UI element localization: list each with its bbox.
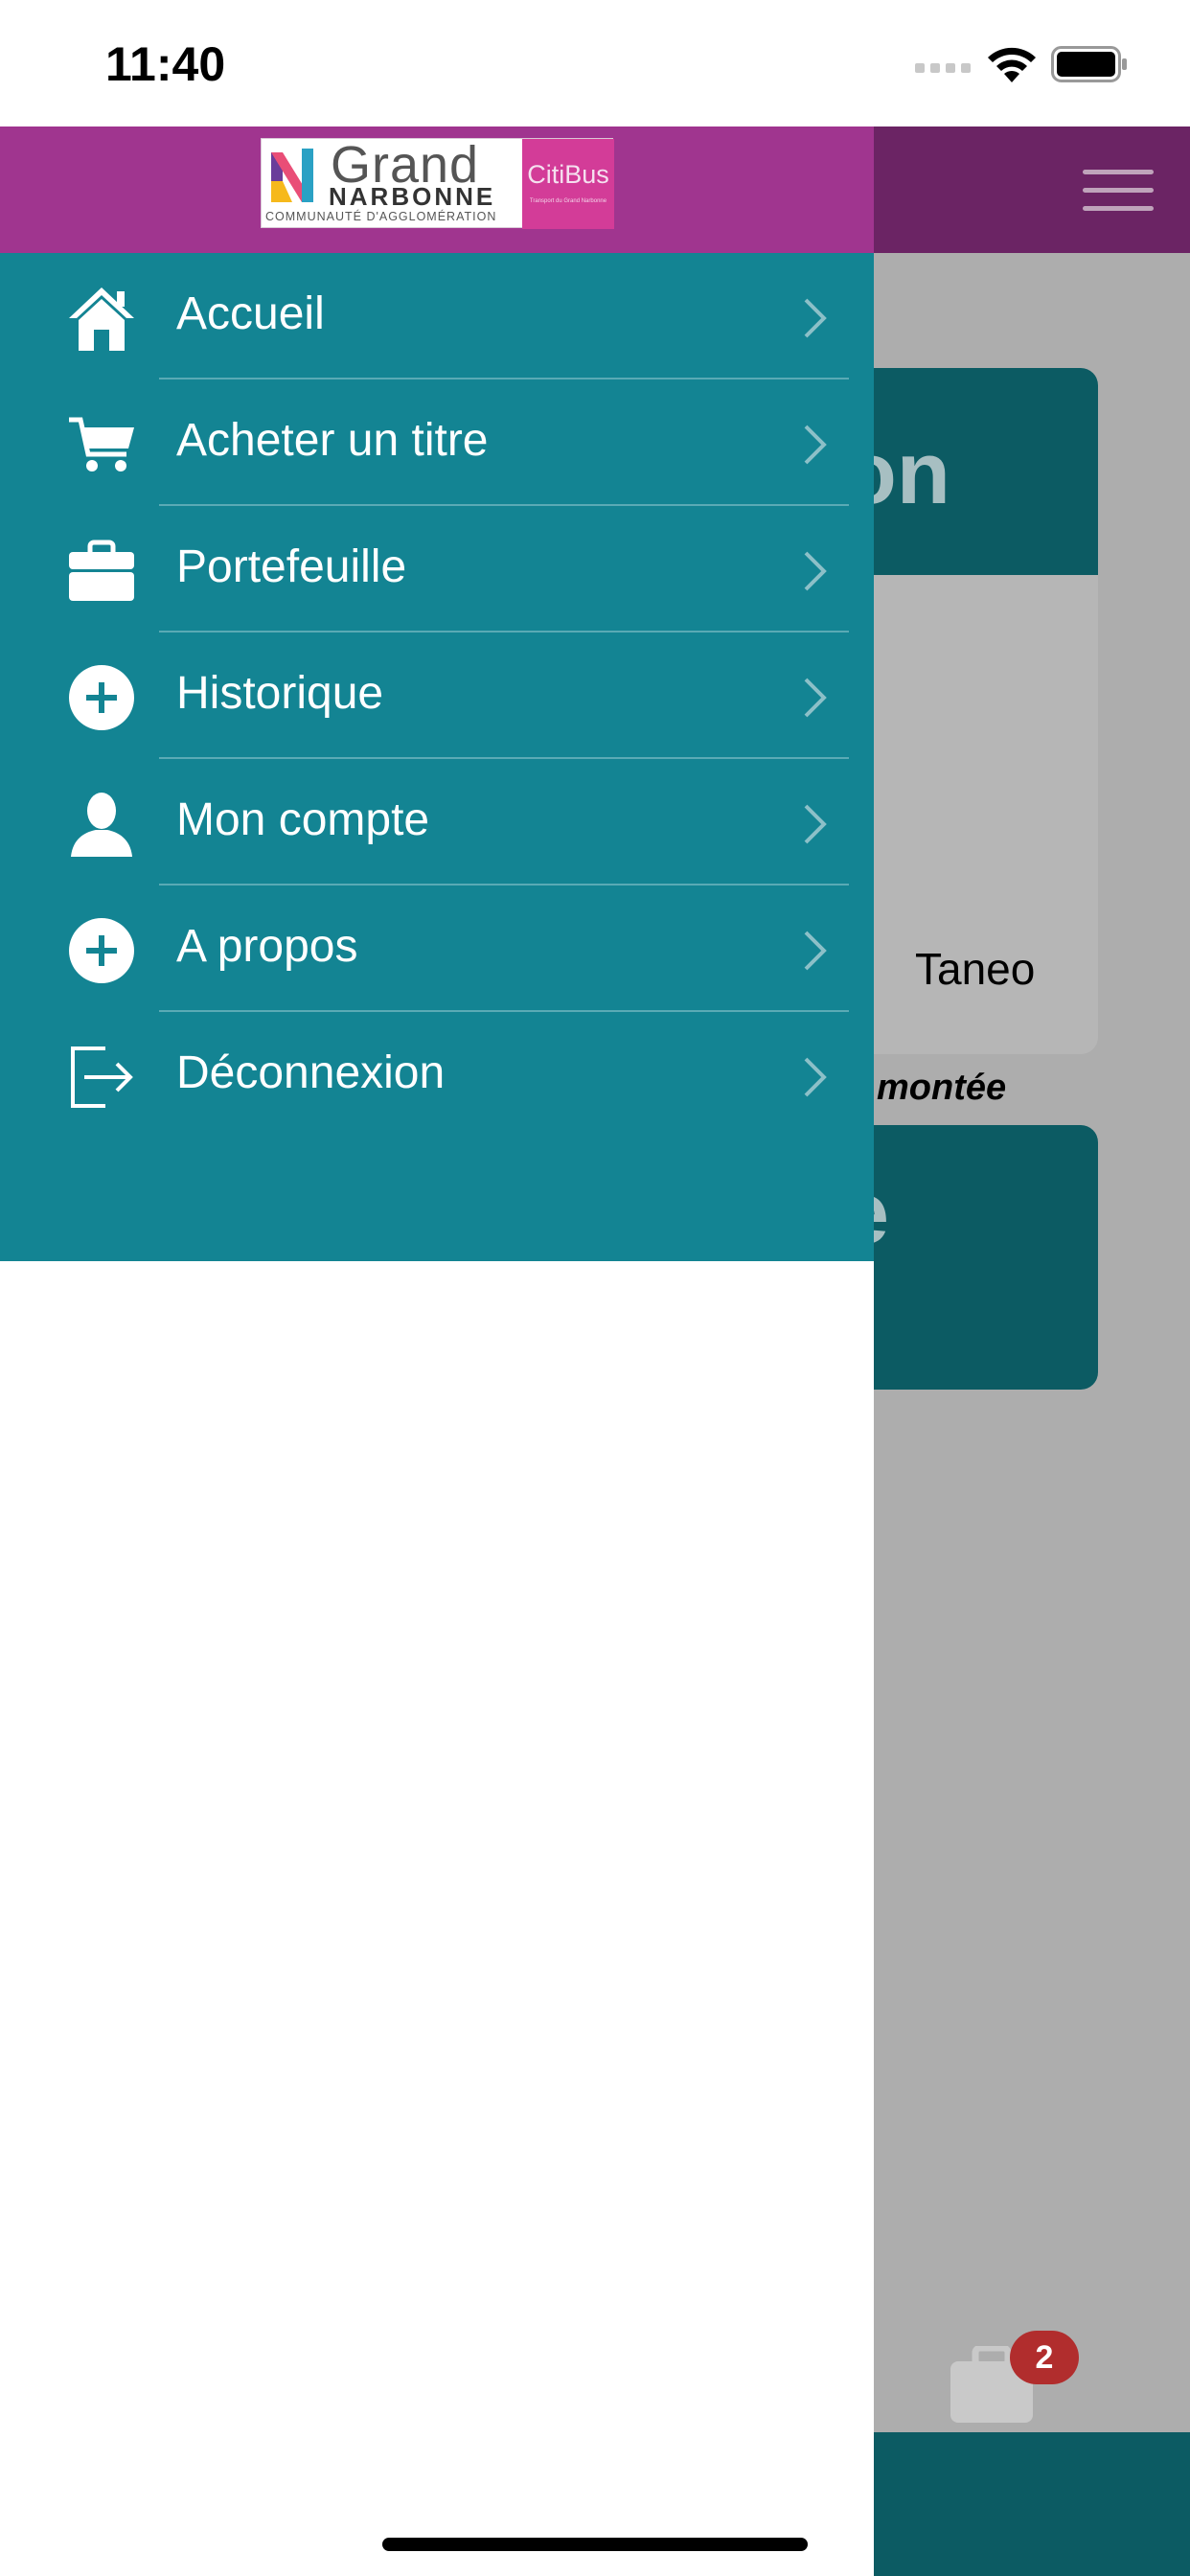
logo-n-mark [271,149,313,202]
cart-icon [69,417,134,472]
drawer-menu: Accueil Acheter un titre Portefeuille Hi… [0,253,874,1261]
ticket-network-value: Taneo [915,944,1036,994]
ticket-emphasis-text: montée [877,1068,1007,1108]
plus-circle-icon [69,665,134,730]
menu-item-a-propos[interactable]: A propos [0,886,874,1012]
menu-item-label: Historique [176,668,384,719]
briefcase-icon [69,540,134,601]
chevron-right-icon [804,425,827,465]
citibus-logo-subtitle: Transport du Grand Narbonne [529,198,607,204]
status-time: 11:40 [105,37,226,91]
drawer-header: Grand NARBONNE COMMUNAUTÉ D'AGGLOMÉRATIO… [0,126,874,253]
menu-item-label: Portefeuille [176,541,407,592]
wallet-badge: 2 [1010,2331,1079,2384]
menu-item-accueil[interactable]: Accueil [0,253,874,380]
menu-item-label: Acheter un titre [176,415,489,466]
logo-text-narbonne: NARBONNE [329,182,496,211]
logout-icon [71,1046,133,1108]
menu-item-label: A propos [176,921,358,972]
chevron-right-icon [804,931,827,971]
status-bar: 11:40 [0,0,1190,126]
menu-item-mon-compte[interactable]: Mon compte [0,759,874,886]
wifi-icon [988,47,1036,82]
menu-item-historique[interactable]: Historique [0,632,874,759]
citibus-logo: CitiBus Transport du Grand Narbonne [522,139,614,229]
chevron-right-icon [804,1057,827,1097]
citibus-logo-text: CitiBus [527,160,609,189]
chevron-right-icon [804,678,827,718]
plus-circle-icon [69,918,134,983]
side-drawer: Grand NARBONNE COMMUNAUTÉ D'AGGLOMÉRATIO… [0,126,874,2576]
chevron-right-icon [804,804,827,844]
chevron-right-icon [804,551,827,591]
cellular-signal-icon [915,63,971,73]
menu-item-label: Mon compte [176,794,430,845]
hamburger-menu-icon[interactable] [1083,170,1154,212]
chevron-right-icon [804,298,827,338]
menu-item-deconnexion[interactable]: Déconnexion [0,1012,874,1138]
battery-icon [1051,46,1127,82]
menu-item-label: Déconnexion [176,1047,446,1098]
menu-item-label: Accueil [176,288,325,339]
menu-item-acheter-un-titre[interactable]: Acheter un titre [0,380,874,506]
menu-item-portefeuille[interactable]: Portefeuille [0,506,874,632]
user-icon [71,793,132,857]
home-icon [69,288,134,351]
home-indicator[interactable] [382,2538,808,2551]
logo-text-subtitle: COMMUNAUTÉ D'AGGLOMÉRATION [265,210,497,223]
grand-narbonne-logo: Grand NARBONNE COMMUNAUTÉ D'AGGLOMÉRATIO… [261,136,614,229]
